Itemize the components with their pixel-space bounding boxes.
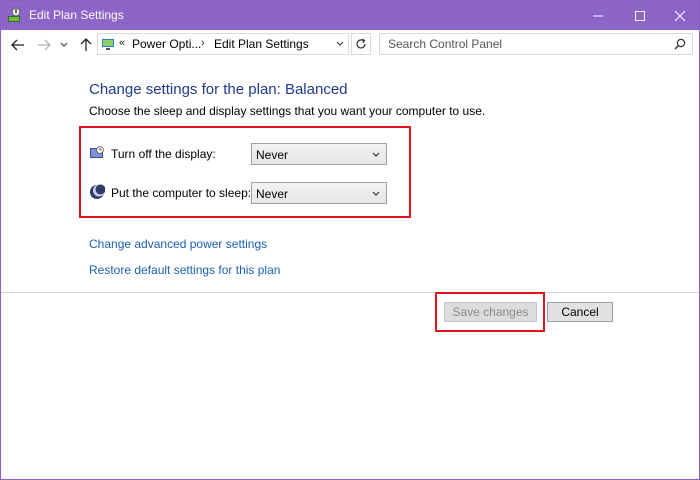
address-bar[interactable]: « Power Opti... › Edit Plan Settings bbox=[97, 33, 349, 55]
chevron-down-icon[interactable] bbox=[335, 39, 345, 49]
cancel-button[interactable]: Cancel bbox=[547, 302, 613, 322]
recent-locations-button[interactable] bbox=[58, 36, 70, 54]
settings-highlight-box bbox=[79, 126, 411, 218]
chevron-down-icon bbox=[60, 42, 68, 47]
forward-button[interactable] bbox=[35, 36, 53, 54]
search-icon[interactable] bbox=[674, 38, 686, 50]
title-bar[interactable]: Edit Plan Settings bbox=[1, 1, 699, 30]
refresh-icon bbox=[356, 38, 366, 49]
forward-arrow-icon bbox=[38, 39, 51, 51]
close-button[interactable] bbox=[657, 1, 699, 30]
control-panel-icon bbox=[102, 39, 114, 50]
refresh-button[interactable] bbox=[351, 33, 371, 55]
divider bbox=[1, 292, 699, 293]
window-title: Edit Plan Settings bbox=[29, 8, 124, 22]
up-button[interactable] bbox=[77, 36, 95, 54]
close-icon bbox=[675, 10, 685, 21]
restore-defaults-link[interactable]: Restore default settings for this plan bbox=[89, 263, 280, 277]
search-input[interactable] bbox=[380, 34, 673, 54]
up-arrow-icon bbox=[80, 38, 92, 51]
window: Edit Plan Settings « Power Opti... › Edi… bbox=[0, 0, 700, 480]
minimize-icon bbox=[593, 15, 603, 16]
save-highlight-box bbox=[435, 292, 545, 332]
breadcrumb-overflow[interactable]: « bbox=[119, 37, 125, 49]
breadcrumb-power-options[interactable]: Power Opti... bbox=[132, 37, 201, 51]
breadcrumb-edit-plan-settings[interactable]: Edit Plan Settings bbox=[214, 37, 309, 51]
back-button[interactable] bbox=[9, 36, 27, 54]
search-box[interactable] bbox=[379, 33, 693, 55]
maximize-icon bbox=[635, 10, 645, 21]
page-title: Change settings for the plan: Balanced bbox=[89, 81, 348, 98]
page-subtitle: Choose the sleep and display settings th… bbox=[89, 104, 486, 118]
navigation-bar: « Power Opti... › Edit Plan Settings bbox=[1, 30, 699, 60]
power-options-icon bbox=[8, 7, 21, 22]
breadcrumb-separator[interactable]: › bbox=[201, 37, 205, 49]
advanced-power-settings-link[interactable]: Change advanced power settings bbox=[89, 237, 267, 251]
back-arrow-icon bbox=[11, 39, 24, 51]
minimize-button[interactable] bbox=[575, 1, 621, 30]
